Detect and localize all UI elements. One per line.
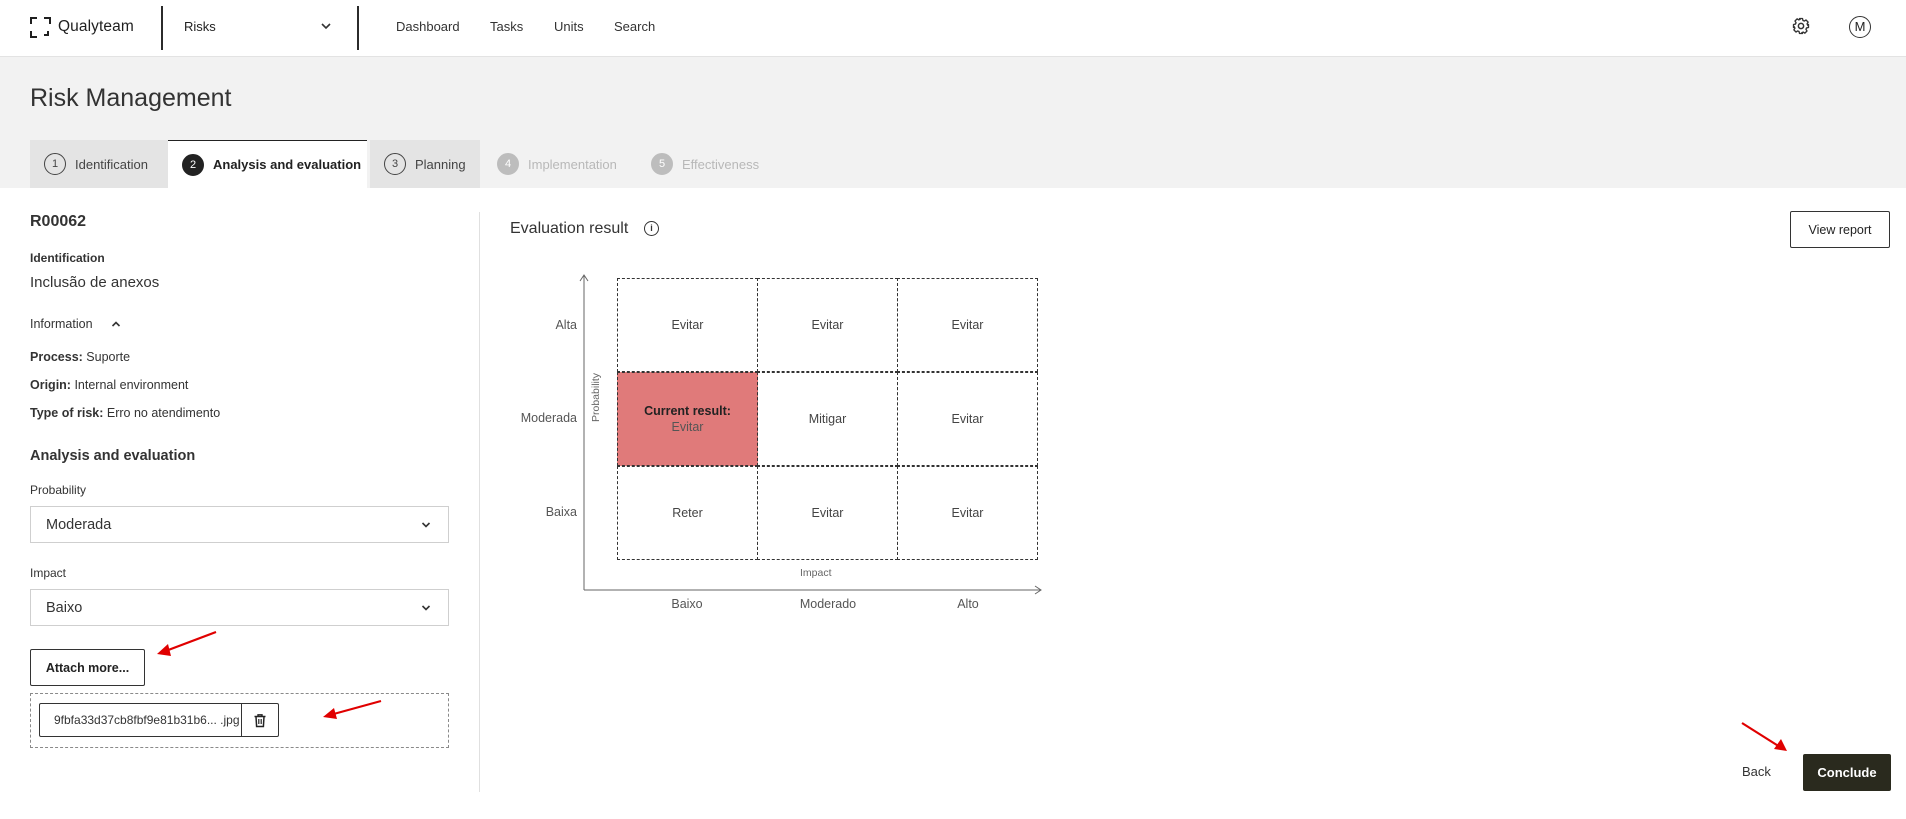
step-number: 5: [651, 153, 673, 175]
matrix-cell-current-result: Current result: Evitar: [617, 372, 758, 466]
chevron-down-icon: [421, 522, 431, 528]
origin-row: Origin: Internal environment: [30, 378, 188, 392]
impact-axis-label: Impact: [800, 567, 832, 579]
information-toggle[interactable]: Information: [30, 317, 121, 331]
impact-value: Baixo: [46, 600, 83, 616]
tab-label: Identification: [75, 156, 148, 172]
nav-tasks[interactable]: Tasks: [490, 19, 523, 34]
page-title: Risk Management: [30, 84, 232, 112]
tab-label: Implementation: [528, 156, 617, 172]
process-row: Process: Suporte: [30, 350, 130, 364]
divider: [161, 6, 163, 50]
origin-label: Origin:: [30, 378, 71, 392]
step-number: 2: [182, 153, 204, 176]
module-selector[interactable]: Risks: [184, 19, 216, 34]
step-number: 3: [384, 153, 406, 175]
top-bar: Qualyteam Risks Dashboard Tasks Units Se…: [0, 0, 1906, 57]
trash-icon: [254, 713, 266, 727]
row-label-moderada: Moderada: [520, 411, 577, 425]
attachments-dropzone[interactable]: 9fbfa33d37cb8fbf9e81b31b6... .jpg: [30, 693, 449, 748]
tab-effectiveness: 5 Effectiveness: [637, 140, 787, 188]
nav-units[interactable]: Units: [554, 19, 584, 34]
chevron-down-icon[interactable]: [318, 18, 334, 34]
col-label-alto: Alto: [957, 597, 979, 611]
probability-label: Probability: [30, 483, 87, 497]
type-of-risk-row: Type of risk: Erro no atendimento: [30, 406, 220, 420]
col-label-moderado: Moderado: [799, 597, 857, 611]
probability-value: Moderada: [46, 517, 112, 533]
matrix-cell: Evitar: [897, 278, 1038, 372]
chevron-down-icon: [421, 605, 431, 611]
page-header: Risk Management 1 Identification 2 Analy…: [0, 57, 1906, 188]
logo[interactable]: Qualyteam: [30, 15, 134, 39]
annotation-arrow: [1741, 722, 1787, 751]
impact-select[interactable]: Baixo: [30, 589, 449, 626]
current-result-value: Evitar: [671, 420, 704, 434]
delete-attachment-button[interactable]: [241, 704, 278, 736]
divider: [357, 6, 359, 50]
back-button[interactable]: Back: [1742, 764, 1771, 779]
identification-label: Identification: [30, 251, 105, 265]
tab-identification[interactable]: 1 Identification: [30, 140, 168, 188]
origin-value: Internal environment: [74, 378, 189, 392]
matrix-cell: Evitar: [757, 278, 898, 372]
matrix-cell: Evitar: [897, 372, 1038, 466]
tab-label: Analysis and evaluation: [213, 157, 362, 172]
view-report-button[interactable]: View report: [1790, 211, 1890, 248]
matrix-cell: Reter: [617, 466, 758, 560]
nav-search[interactable]: Search: [614, 19, 655, 34]
row-label-alta: Alta: [555, 318, 577, 332]
chevron-up-icon[interactable]: [110, 318, 122, 330]
tab-implementation: 4 Implementation: [483, 140, 633, 188]
probability-select[interactable]: Moderada: [30, 506, 449, 543]
conclude-button[interactable]: Conclude: [1803, 754, 1891, 791]
tab-label: Effectiveness: [682, 156, 760, 172]
panel-divider: [479, 212, 480, 792]
tab-planning[interactable]: 3 Planning: [370, 140, 480, 188]
risk-code: R00062: [30, 213, 87, 230]
matrix-cell: Evitar: [617, 278, 758, 372]
type-of-risk-label: Type of risk:: [30, 406, 104, 420]
current-result-label: Current result:: [644, 404, 731, 418]
nav-dashboard[interactable]: Dashboard: [396, 19, 460, 34]
matrix-cell: Evitar: [757, 466, 898, 560]
process-label: Process:: [30, 350, 83, 364]
row-label-baixa: Baixa: [545, 505, 577, 519]
information-label: Information: [30, 317, 93, 331]
matrix-cell: Evitar: [897, 466, 1038, 560]
gear-icon[interactable]: [1792, 17, 1810, 35]
risk-matrix: Evitar Evitar Evitar Current result: Evi…: [617, 278, 1039, 561]
annotation-arrow: [157, 630, 217, 656]
process-value: Suporte: [86, 350, 131, 364]
probability-axis-label: Probability: [590, 372, 602, 422]
attachment-chip: 9fbfa33d37cb8fbf9e81b31b6... .jpg: [39, 703, 279, 737]
matrix-cell: Mitigar: [757, 372, 898, 466]
evaluation-result-title: Evaluation result: [510, 220, 629, 237]
logo-text: Qualyteam: [58, 18, 134, 35]
tab-label: Planning: [415, 156, 466, 172]
tab-analysis-and-evaluation[interactable]: 2 Analysis and evaluation: [168, 140, 367, 188]
col-label-baixo: Baixo: [671, 597, 703, 611]
attachment-file-name[interactable]: 9fbfa33d37cb8fbf9e81b31b6... .jpg: [40, 704, 241, 736]
qualyteam-logo-icon: [30, 16, 51, 38]
impact-label: Impact: [30, 566, 67, 580]
user-avatar[interactable]: M: [1849, 16, 1871, 38]
info-icon[interactable]: i: [644, 221, 659, 236]
attach-more-button[interactable]: Attach more...: [30, 649, 145, 686]
step-number: 1: [44, 153, 66, 175]
identification-value: Inclusão de anexos: [30, 274, 160, 291]
type-of-risk-value: Erro no atendimento: [106, 406, 221, 420]
step-number: 4: [497, 153, 519, 175]
analysis-section-title: Analysis and evaluation: [30, 448, 196, 464]
